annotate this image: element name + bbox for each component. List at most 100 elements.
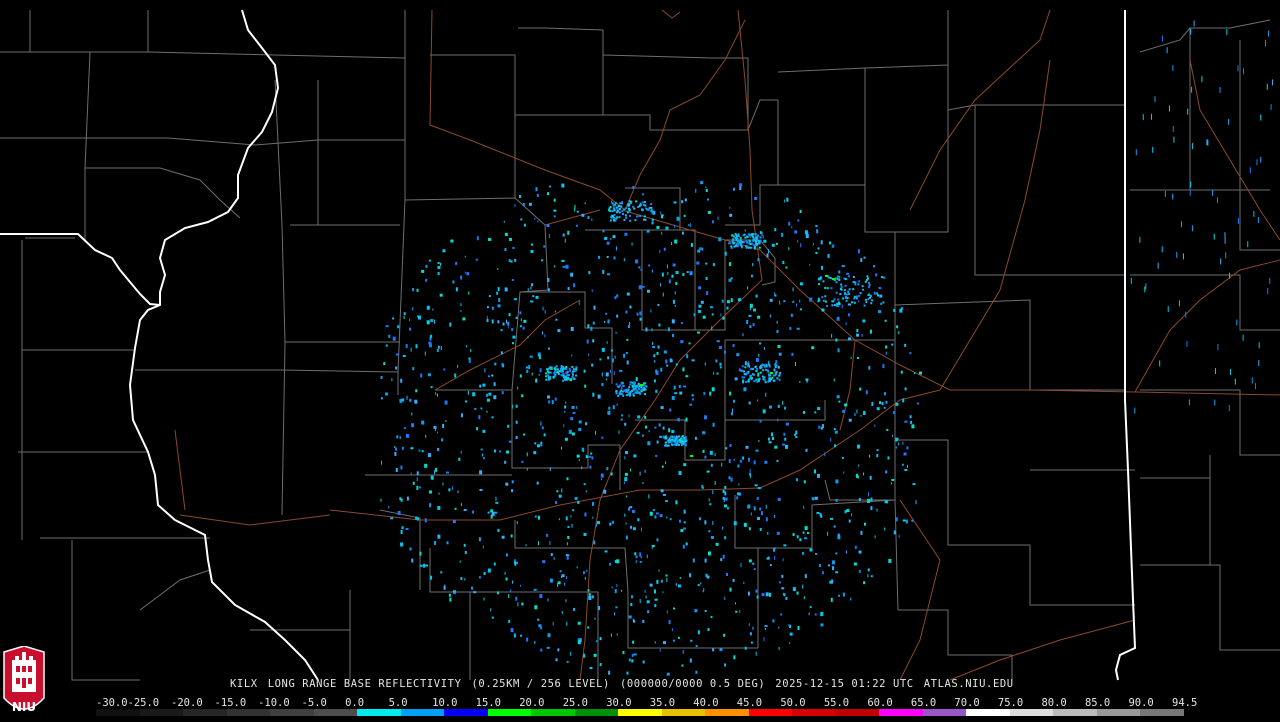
echo-cell — [842, 592, 845, 597]
echo-cell — [885, 400, 888, 404]
echo-cell — [523, 319, 527, 323]
echo-cell — [802, 551, 805, 555]
echo-cell — [817, 297, 820, 300]
echo-cell — [543, 433, 546, 437]
echo-cell — [662, 214, 664, 217]
echo-cell — [1191, 225, 1193, 232]
echo-cell — [539, 368, 542, 373]
echo-cell — [618, 208, 621, 211]
echo-cell — [615, 211, 618, 214]
echo-cell — [680, 529, 684, 533]
echo-cell — [632, 640, 635, 644]
echo-cell — [831, 560, 835, 565]
echo-cell — [671, 274, 674, 278]
echo-cell — [433, 540, 436, 545]
echo-cell — [666, 577, 668, 582]
echo-cell — [726, 306, 729, 310]
echo-cell — [708, 530, 711, 533]
echo-cell — [856, 409, 858, 414]
echo-cell — [724, 491, 727, 496]
echo-cell — [567, 287, 570, 291]
echo-cell — [1225, 252, 1227, 259]
echo-cell — [848, 288, 851, 291]
echo-cell — [1161, 35, 1163, 42]
scale-swatch — [96, 709, 140, 716]
echo-cell — [852, 281, 855, 284]
echo-cell — [755, 589, 758, 593]
echo-cell — [1173, 136, 1175, 143]
echo-cell — [576, 406, 578, 410]
echo-cell — [647, 610, 650, 614]
echo-cell — [495, 501, 499, 504]
echo-cell — [568, 374, 571, 377]
echo-cell — [860, 258, 863, 263]
echo-cell — [438, 492, 440, 495]
echo-cell — [655, 389, 658, 393]
echo-cell — [785, 266, 788, 269]
echo-cell — [528, 365, 531, 370]
echo-cell — [487, 375, 490, 378]
echo-cell — [1214, 399, 1216, 406]
scale-swatch — [748, 709, 793, 716]
echo-cell — [736, 496, 739, 500]
echo-cell — [705, 262, 708, 265]
echo-cell — [817, 473, 821, 478]
echo-cell — [587, 589, 590, 592]
echo-cell — [707, 551, 711, 556]
echo-cell — [646, 229, 650, 233]
echo-cell — [786, 197, 789, 202]
scale-label: -30.0 — [96, 697, 128, 709]
echo-cell — [767, 556, 770, 560]
echo-cell — [478, 576, 481, 579]
echo-cell — [824, 295, 827, 298]
echo-cell — [729, 206, 731, 209]
echo-cell — [771, 243, 775, 247]
echo-cell — [653, 379, 656, 383]
echo-cell — [616, 584, 618, 588]
echo-cell — [611, 202, 614, 205]
echo-cell — [756, 496, 759, 500]
echo-cell — [876, 407, 880, 411]
echo-cell — [535, 187, 538, 192]
echo-cell — [1145, 283, 1147, 290]
echo-cell — [439, 262, 441, 266]
scale-swatch — [879, 709, 923, 716]
echo-cell — [817, 407, 821, 411]
echo-cell — [683, 214, 686, 217]
echo-cell — [757, 516, 761, 520]
echo-cell — [521, 394, 524, 398]
echo-cell — [1228, 405, 1230, 412]
echo-cell — [430, 575, 433, 580]
echo-cell — [452, 486, 454, 491]
echo-cell — [571, 405, 575, 409]
echo-cell — [611, 200, 613, 203]
echo-cell — [733, 458, 735, 461]
echo-cell — [837, 275, 840, 278]
echo-cell — [652, 346, 656, 349]
echo-cell — [405, 527, 409, 530]
echo-cell — [512, 335, 516, 339]
echo-cell — [458, 457, 461, 461]
echo-cell — [566, 660, 569, 663]
echo-cell — [639, 311, 642, 316]
echo-cell — [869, 294, 872, 297]
echo-cell — [712, 263, 715, 267]
echo-cell — [643, 215, 646, 218]
echo-cell — [1249, 167, 1251, 174]
echo-cell — [499, 450, 502, 453]
echo-cell — [733, 655, 736, 660]
echo-cell — [567, 535, 570, 539]
echo-cell — [833, 428, 836, 431]
echo-cell — [834, 430, 838, 434]
echo-cell — [589, 667, 593, 670]
echo-cell — [578, 420, 582, 424]
echo-cell — [876, 449, 879, 452]
echo-cell — [818, 283, 821, 286]
echo-cell — [827, 253, 830, 258]
echo-cell — [671, 628, 673, 632]
echo-cell — [573, 283, 576, 288]
echo-cell — [1157, 262, 1159, 269]
echo-cell — [511, 489, 514, 493]
echo-cell — [748, 360, 750, 363]
echo-cell — [486, 318, 489, 322]
